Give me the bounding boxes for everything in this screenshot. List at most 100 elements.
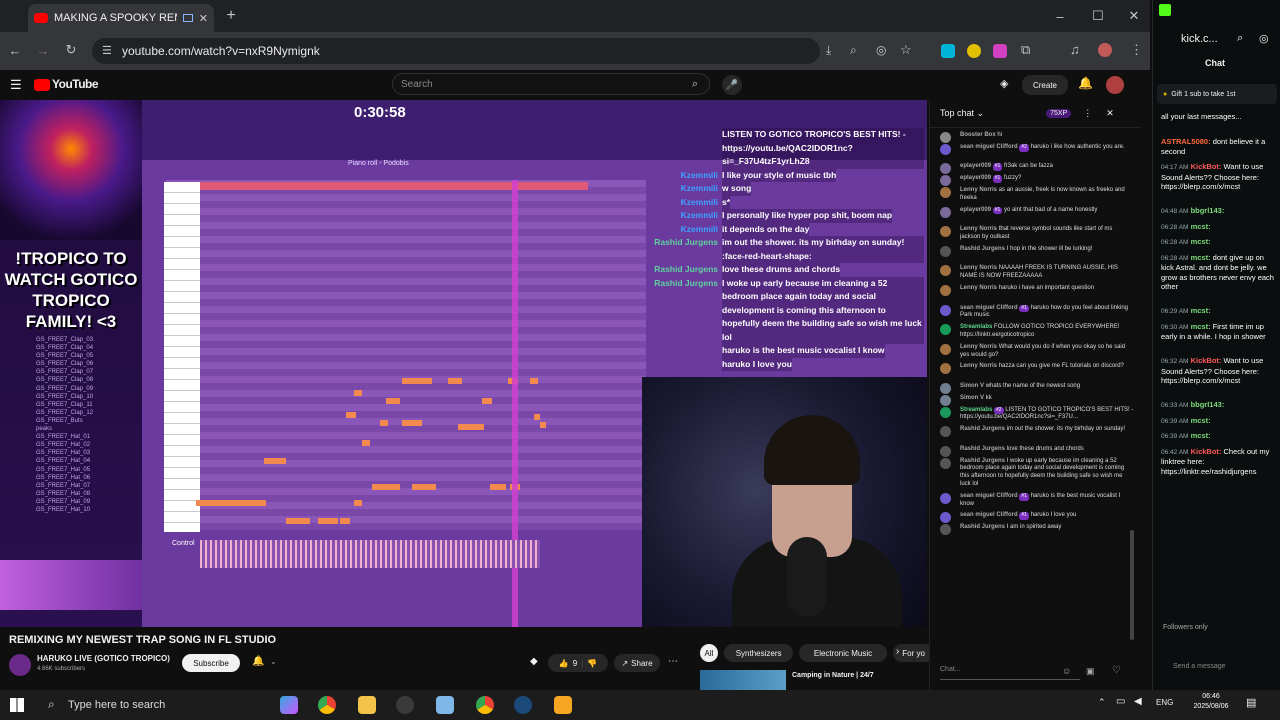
file-item[interactable]: GS_FREE7_Hat_03 (36, 449, 136, 457)
file-item[interactable]: GS_FREE7_Hat_01 (36, 433, 136, 441)
chat-author[interactable]: Simon V (960, 383, 984, 389)
file-item[interactable]: GS_FREE7_Hat_05 (36, 466, 136, 474)
chat-bubble-icon[interactable]: ◈ (1000, 77, 1008, 90)
chat-avatar[interactable] (940, 406, 951, 418)
puzzle-extensions-icon[interactable]: ⧉ (1021, 42, 1030, 58)
file-item[interactable]: GS_FREE7_Clap_09 (36, 385, 136, 393)
chat-avatar[interactable] (940, 143, 951, 155)
youtube-logo[interactable]: YouTube (52, 77, 99, 91)
chat-avatar[interactable] (940, 363, 951, 375)
chrome-icon[interactable] (318, 696, 336, 714)
extension-icon-3[interactable] (993, 44, 1007, 58)
kick-user[interactable]: mcst: (1191, 416, 1211, 425)
chat-author[interactable]: Streamlabs (960, 324, 992, 330)
close-chat-icon[interactable]: ✕ (1106, 108, 1114, 119)
search-input[interactable]: Search (392, 73, 710, 95)
fl-studio-icon[interactable] (554, 696, 572, 714)
chat-avatar[interactable] (940, 226, 951, 238)
xp-badge[interactable]: 75XP (1046, 109, 1072, 118)
chat-avatar[interactable] (940, 343, 951, 355)
kick-user[interactable]: mcst: (1191, 322, 1211, 331)
account-avatar[interactable] (1106, 76, 1124, 94)
thumbs-down-icon[interactable]: 👎 (587, 659, 597, 668)
chat-author[interactable]: Lenny Norris (960, 265, 997, 271)
chat-avatar[interactable] (940, 512, 951, 524)
chat-author[interactable]: eplayer009 (960, 163, 991, 169)
file-item[interactable]: peaks (36, 425, 136, 433)
kick-user[interactable]: mcst: (1191, 431, 1211, 440)
file-item[interactable]: GS_FREE7_Hat_06 (36, 474, 136, 482)
chat-author[interactable]: Streamlabs (960, 407, 992, 413)
network-icon[interactable]: ▭ (1116, 696, 1125, 707)
windows-start-icon[interactable] (10, 698, 24, 712)
chat-avatar[interactable] (940, 445, 951, 457)
language-indicator[interactable]: ENG (1156, 698, 1173, 707)
kick-user[interactable]: mcst: (1191, 237, 1211, 246)
steam-icon[interactable] (514, 696, 532, 714)
chat-author[interactable]: Rashid Jurgens (960, 446, 1005, 452)
create-button[interactable]: Create (1022, 75, 1068, 95)
kick-user[interactable]: KickBot: (1191, 447, 1222, 456)
chips-next-icon[interactable]: › (896, 646, 899, 657)
file-item[interactable]: GS_FREE7_Clap_10 (36, 393, 136, 401)
super-chat-icon[interactable]: ▣ (1086, 666, 1095, 677)
forward-icon[interactable]: → (34, 41, 52, 59)
channel-name[interactable]: HARUKO LIVE (GOTICO TROPICO) (37, 654, 170, 663)
file-item[interactable]: GS_FREE7_Clap_08 (36, 376, 136, 384)
taskbar-clock[interactable]: 06:46 2025/08/06 (1188, 692, 1234, 712)
file-item[interactable]: GS_FREE7_Clap_07 (36, 368, 136, 376)
paint-icon[interactable] (436, 696, 454, 714)
merch-icon[interactable]: ◆ (530, 656, 538, 667)
extension-icon-2[interactable] (967, 44, 981, 58)
hamburger-menu-icon[interactable]: ☰ (10, 77, 22, 93)
obs-icon[interactable] (396, 696, 414, 714)
kick-user[interactable]: KickBot: (1191, 162, 1222, 171)
emoji-icon[interactable]: ☺ (1062, 666, 1071, 676)
file-item[interactable]: GS_FREE7_Clap_12 (36, 409, 136, 417)
heart-icon[interactable]: ♡ (1112, 665, 1121, 676)
video-player[interactable]: !TROPICO TO WATCH GOTICO TROPICO FAMILY!… (0, 100, 927, 627)
chat-author[interactable]: Booster Box (960, 132, 996, 138)
menu-kebab-icon[interactable]: ⋮ (1130, 42, 1143, 58)
browser-tab[interactable]: MAKING A SPOOKY REMIX ✕ (28, 4, 214, 32)
chat-avatar[interactable] (940, 175, 951, 187)
chat-avatar[interactable] (940, 245, 951, 257)
chat-avatar[interactable] (940, 394, 951, 406)
chat-avatar[interactable] (940, 187, 951, 198)
chat-author[interactable]: sean miguel Clifford (960, 144, 1018, 150)
kick-user[interactable]: bbgrl143: (1191, 400, 1225, 409)
chevron-down-icon[interactable]: ⌄ (270, 657, 277, 666)
media-icon[interactable]: ♫ (1070, 42, 1080, 57)
chat-author[interactable]: Lenny Norris (960, 344, 997, 350)
kick-user[interactable]: mcst: (1191, 253, 1211, 262)
chat-avatar[interactable] (940, 383, 951, 394)
bell-icon[interactable]: 🔔 (252, 656, 264, 667)
chat-author[interactable]: Rashid Jurgens (960, 524, 1005, 530)
youtube-logo-icon[interactable] (34, 79, 50, 91)
kick-logo-icon[interactable] (1159, 4, 1171, 16)
reload-icon[interactable]: ↻ (62, 41, 80, 59)
chat-avatar[interactable] (940, 324, 951, 336)
chat-author[interactable]: Rashid Jurgens (960, 426, 1005, 432)
chat-avatar[interactable] (940, 457, 951, 469)
chat-avatar[interactable] (940, 426, 951, 438)
chip[interactable]: Electronic Music (799, 644, 887, 662)
notification-center-icon[interactable]: ▤ (1246, 696, 1256, 709)
chat-avatar[interactable] (940, 206, 951, 218)
maximize-button[interactable]: ☐ (1088, 6, 1108, 26)
chrome-2-icon[interactable] (476, 696, 494, 714)
chat-avatar[interactable] (940, 132, 951, 143)
file-item[interactable]: GS_FREE7_Clap_06 (36, 360, 136, 368)
file-item[interactable]: GS_FREE7_Clap_04 (36, 344, 136, 352)
chat-author[interactable]: Lenny Norris (960, 226, 997, 232)
chat-input[interactable]: Chat... (940, 660, 1080, 680)
chat-avatar[interactable] (940, 304, 951, 316)
file-item[interactable]: GS_FREE7_Clap_03 (36, 336, 136, 344)
kick-user[interactable]: KickBot: (1191, 356, 1222, 365)
gift-sub-banner[interactable]: ● Gift 1 sub to take 1st (1157, 84, 1277, 104)
file-item[interactable]: GS_FREE7_Hat_09 (36, 498, 136, 506)
chat-author[interactable]: sean miguel Clifford (960, 493, 1018, 499)
channel-avatar[interactable] (9, 654, 31, 676)
chat-menu-icon[interactable]: ⋮ (1083, 108, 1092, 119)
chat-author[interactable]: sean miguel Clifford (960, 512, 1018, 518)
